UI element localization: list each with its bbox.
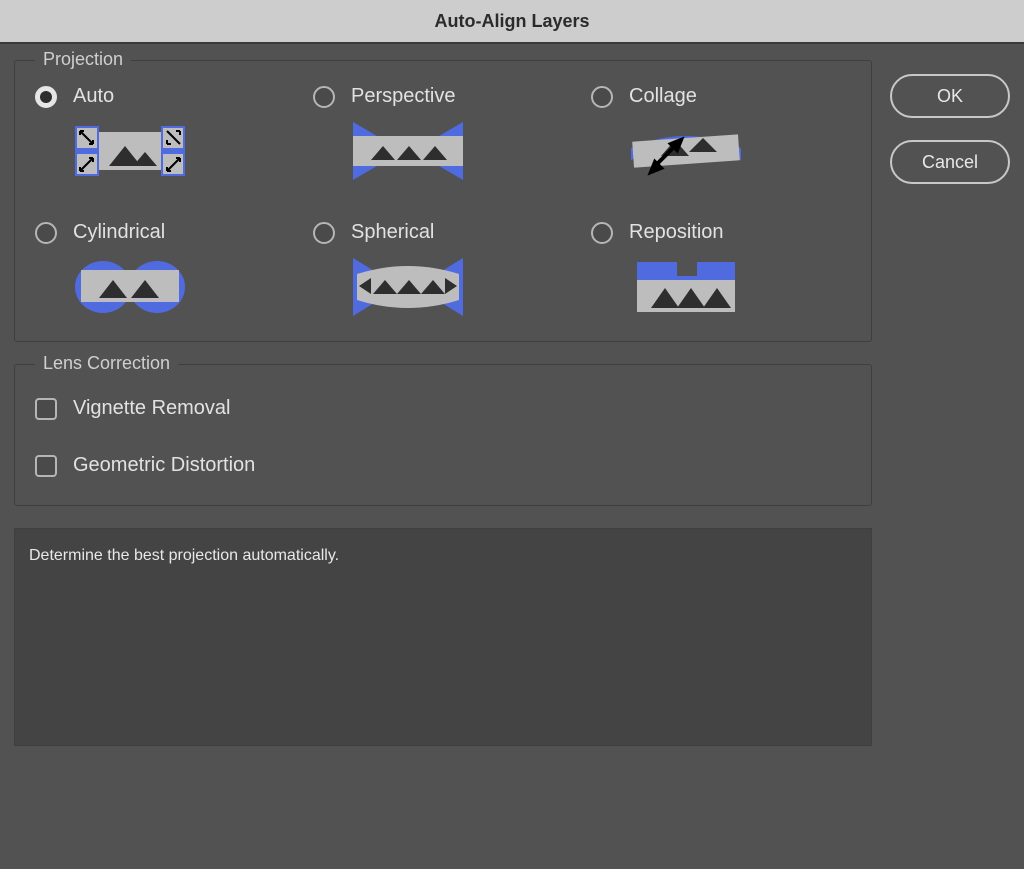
radio-collage[interactable] xyxy=(591,86,613,108)
reposition-icon xyxy=(631,258,851,321)
radio-reposition[interactable] xyxy=(591,222,613,244)
projection-option-perspective[interactable]: Perspective xyxy=(313,85,573,185)
ok-button[interactable]: OK xyxy=(890,74,1010,118)
checkbox-geometric[interactable] xyxy=(35,455,57,477)
spherical-icon xyxy=(353,258,573,321)
lens-correction-legend: Lens Correction xyxy=(35,353,178,374)
radio-auto[interactable] xyxy=(35,86,57,108)
lens-correction-group: Lens Correction Vignette Removal Geometr… xyxy=(14,364,872,506)
radio-spherical[interactable] xyxy=(313,222,335,244)
vignette-removal-checkbox[interactable]: Vignette Removal xyxy=(35,389,851,428)
radio-reposition-label: Reposition xyxy=(629,221,724,244)
projection-option-reposition[interactable]: Reposition xyxy=(591,221,851,321)
radio-cylindrical-label: Cylindrical xyxy=(73,221,165,244)
cylindrical-icon xyxy=(75,258,295,321)
radio-cylindrical[interactable] xyxy=(35,222,57,244)
projection-group: Projection Auto xyxy=(14,60,872,342)
radio-collage-label: Collage xyxy=(629,85,697,108)
description-box: Determine the best projection automatica… xyxy=(14,528,872,746)
projection-option-spherical[interactable]: Spherical xyxy=(313,221,573,321)
perspective-icon xyxy=(353,122,573,185)
radio-auto-label: Auto xyxy=(73,85,114,108)
radio-perspective[interactable] xyxy=(313,86,335,108)
geometric-distortion-checkbox[interactable]: Geometric Distortion xyxy=(35,446,851,485)
checkbox-vignette[interactable] xyxy=(35,398,57,420)
geometric-label: Geometric Distortion xyxy=(73,454,255,477)
collage-icon xyxy=(631,122,851,185)
auto-icon xyxy=(75,122,295,185)
projection-option-cylindrical[interactable]: Cylindrical xyxy=(35,221,295,321)
radio-spherical-label: Spherical xyxy=(351,221,434,244)
radio-perspective-label: Perspective xyxy=(351,85,456,108)
vignette-label: Vignette Removal xyxy=(73,397,231,420)
projection-option-collage[interactable]: Collage xyxy=(591,85,851,185)
dialog-title: Auto-Align Layers xyxy=(0,0,1024,44)
projection-legend: Projection xyxy=(35,49,131,70)
projection-option-auto[interactable]: Auto xyxy=(35,85,295,185)
cancel-button[interactable]: Cancel xyxy=(890,140,1010,184)
